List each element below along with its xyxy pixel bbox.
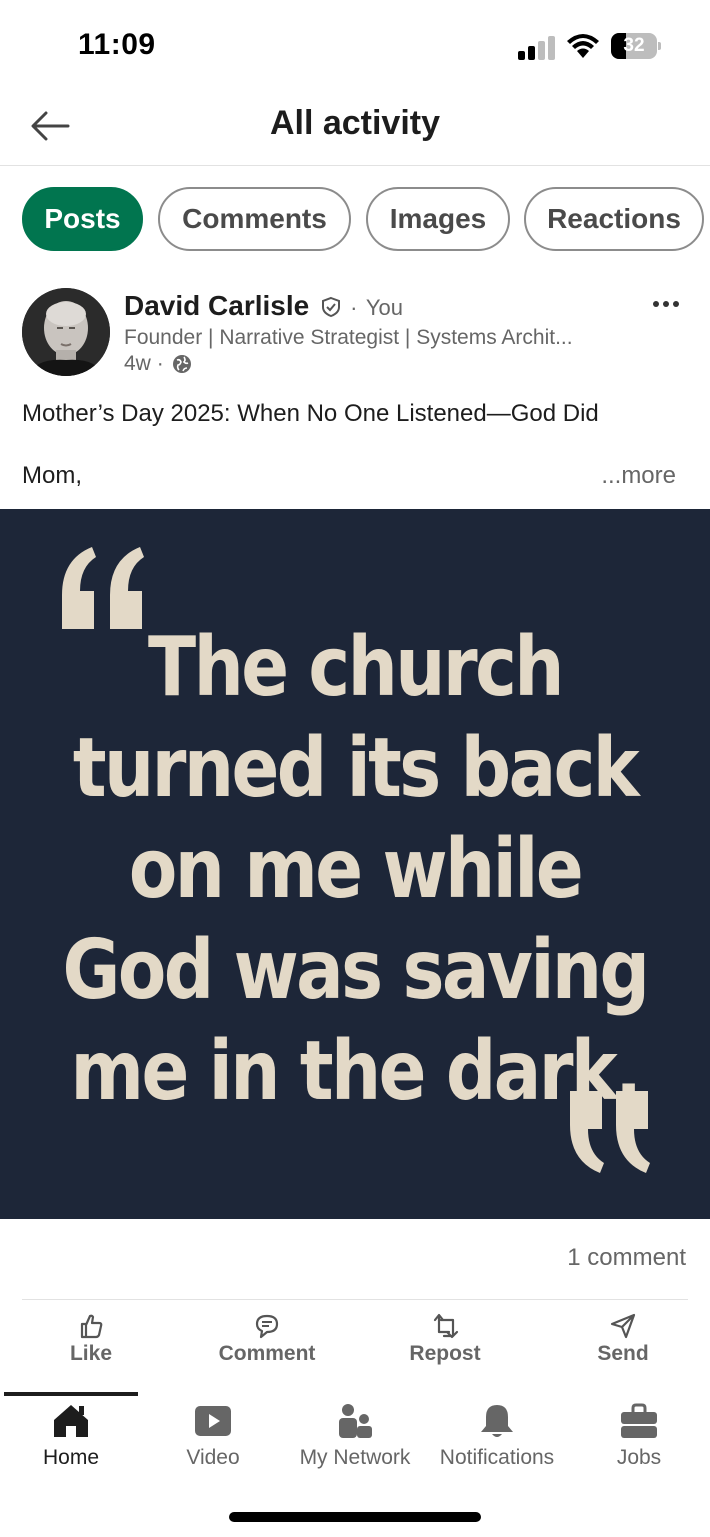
thumbs-up-icon [80, 1314, 103, 1339]
repost-button[interactable]: Repost [370, 1312, 520, 1374]
tab-video[interactable]: Video [142, 1402, 284, 1484]
post-age: 4w [124, 352, 151, 375]
divider [22, 1299, 688, 1300]
tab-jobs[interactable]: Jobs [568, 1402, 710, 1484]
like-button[interactable]: Like [16, 1312, 166, 1374]
tab-my-network-label: My Network [299, 1446, 411, 1469]
tab-home-label: Home [42, 1446, 100, 1469]
verified-shield-icon [321, 296, 340, 318]
activity-filter-row: Posts Comments Images Reactions [0, 187, 710, 253]
active-tab-indicator [4, 1392, 138, 1396]
filter-chip-comments[interactable]: Comments [158, 187, 351, 251]
quote-line: The church [148, 620, 564, 715]
filter-chip-images[interactable]: Images [366, 187, 510, 251]
briefcase-icon [621, 1403, 657, 1438]
globe-icon [172, 355, 191, 373]
bell-icon [481, 1405, 513, 1437]
battery-icon: 32 [611, 33, 661, 59]
quote-line: God was saving [62, 923, 650, 1018]
home-indicator [229, 1512, 481, 1522]
filter-chip-reactions[interactable]: Reactions [524, 187, 704, 251]
tab-notifications-label: Notifications [439, 1446, 555, 1469]
quote-line: on me while [128, 822, 584, 917]
tab-notifications[interactable]: Notifications [426, 1402, 568, 1484]
quote-line: turned its back [72, 721, 640, 816]
post-image[interactable]: The church turned its back on me while G… [0, 509, 710, 1219]
network-icon [339, 1404, 372, 1438]
avatar[interactable] [22, 288, 110, 376]
video-icon [195, 1406, 231, 1436]
repost-label: Repost [409, 1342, 481, 1365]
bottom-tab-bar: Home Video My Network Notifications Jobs [0, 1390, 710, 1490]
close-quote-mark-icon [570, 1091, 650, 1173]
author-relation: You [365, 295, 404, 320]
author-name[interactable]: David Carlisle [124, 290, 309, 321]
send-button[interactable]: Send [548, 1312, 698, 1374]
comment-button[interactable]: Comment [192, 1312, 342, 1374]
see-more-link[interactable]: ...more [601, 462, 676, 490]
post-meta: 4w · [124, 352, 192, 376]
wifi-icon [567, 34, 599, 58]
tab-video-label: Video [186, 1446, 240, 1469]
separator-dot: · [156, 352, 170, 375]
author-name-line: David Carlisle · You [124, 290, 403, 322]
more-options-icon[interactable] [648, 292, 684, 316]
author-headline: Founder | Narrative Strategist | Systems… [124, 326, 573, 349]
send-icon [610, 1313, 636, 1339]
filter-chip-posts[interactable]: Posts [22, 187, 143, 251]
send-label: Send [597, 1342, 649, 1365]
separator-dot: · [350, 295, 358, 320]
image-quote-text: The church turned its back on me while G… [50, 617, 661, 1122]
post-author: David Carlisle · You Founder | Narrative… [22, 288, 692, 380]
status-bar: 11:09 32 [0, 0, 710, 90]
post-text-title: Mother’s Day 2025: When No One Listened—… [22, 400, 599, 427]
comment-label: Comment [218, 1342, 316, 1365]
cellular-signal-icon [518, 36, 556, 60]
home-icon [54, 1405, 88, 1437]
comment-count[interactable]: 1 comment [567, 1244, 686, 1272]
battery-level: 32 [623, 35, 645, 56]
tab-home[interactable]: Home [0, 1402, 142, 1484]
page-title: All activity [269, 104, 441, 142]
tab-my-network[interactable]: My Network [284, 1402, 426, 1484]
like-label: Like [69, 1342, 113, 1365]
comment-icon [255, 1314, 279, 1339]
tab-jobs-label: Jobs [616, 1446, 662, 1469]
post-text-preview: Mom, [22, 462, 82, 489]
page-header: All activity [0, 90, 710, 166]
status-time: 11:09 [78, 28, 156, 61]
repost-icon [433, 1313, 459, 1339]
